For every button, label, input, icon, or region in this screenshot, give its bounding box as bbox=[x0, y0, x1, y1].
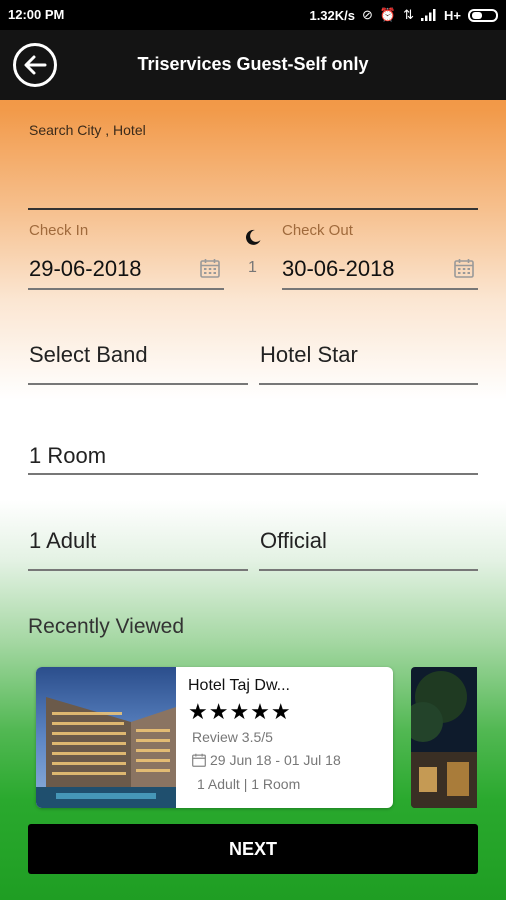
next-button[interactable]: NEXT bbox=[28, 824, 478, 874]
check-out-underline bbox=[282, 288, 478, 290]
search-underline bbox=[28, 208, 478, 210]
check-in-label: Check In bbox=[29, 222, 89, 239]
adults-select[interactable]: 1 Adult bbox=[29, 528, 96, 554]
check-out-label: Check Out bbox=[282, 222, 353, 239]
network-speed: 1.32K/s bbox=[309, 7, 356, 23]
check-in-underline bbox=[28, 288, 224, 290]
hotel-review: Review 3.5/5 bbox=[192, 729, 273, 745]
hotel-star-rating: ★★★★★ bbox=[188, 699, 292, 724]
check-out-field[interactable]: 30-06-2018 bbox=[282, 256, 395, 282]
status-bar: 12:00 PM 1.32K/s ⊘ ⏰ ⇅ H+ bbox=[0, 0, 506, 30]
page-title: Triservices Guest-Self only bbox=[137, 54, 369, 74]
hotel-star-select[interactable]: Hotel Star bbox=[260, 342, 358, 368]
band-select[interactable]: Select Band bbox=[29, 342, 148, 368]
signal-icon bbox=[421, 9, 436, 21]
check-in-field[interactable]: 29-06-2018 bbox=[29, 256, 142, 282]
stay-dates: 29 Jun 18 - 01 Jul 18 bbox=[192, 752, 341, 768]
recent-hotel-card[interactable]: Hotel Taj Dw... ★★★★★ Review 3.5/5 29 Ju… bbox=[36, 667, 393, 808]
recent-hotel-card-partial[interactable] bbox=[411, 667, 477, 808]
hotel-photo bbox=[411, 667, 477, 808]
rooms-underline bbox=[28, 473, 478, 475]
calendar-icon bbox=[192, 753, 206, 767]
alarm-icon: ⏰ bbox=[379, 7, 397, 22]
data-transfer-icon: ⇅ bbox=[403, 7, 415, 22]
network-type: H+ bbox=[444, 7, 461, 23]
nights-count: 1 bbox=[248, 259, 257, 276]
search-input[interactable]: Search City , Hotel bbox=[29, 122, 146, 138]
battery-icon bbox=[468, 8, 498, 22]
rooms-select[interactable]: 1 Room bbox=[29, 443, 106, 469]
guest-summary: 1 Adult | 1 Room bbox=[197, 776, 301, 792]
adults-underline bbox=[28, 569, 248, 571]
hotel-photo bbox=[36, 667, 176, 808]
calendar-icon[interactable] bbox=[200, 258, 220, 278]
recently-viewed-title: Recently Viewed bbox=[28, 615, 185, 638]
purpose-select[interactable]: Official bbox=[260, 528, 327, 554]
sync-off-icon: ⊘ bbox=[362, 7, 373, 22]
stay-dates-text: 29 Jun 18 - 01 Jul 18 bbox=[210, 752, 341, 768]
hotel-star-underline bbox=[259, 383, 478, 385]
hotel-name: Hotel Taj Dw... bbox=[188, 677, 290, 694]
band-underline bbox=[28, 383, 248, 385]
app-bar: Triservices Guest-Self only bbox=[0, 30, 506, 100]
calendar-icon[interactable] bbox=[454, 258, 474, 278]
moon-icon bbox=[245, 229, 261, 245]
purpose-underline bbox=[259, 569, 478, 571]
status-time: 12:00 PM bbox=[8, 7, 65, 22]
status-icons: 1.32K/s ⊘ ⏰ ⇅ H+ bbox=[309, 7, 498, 23]
